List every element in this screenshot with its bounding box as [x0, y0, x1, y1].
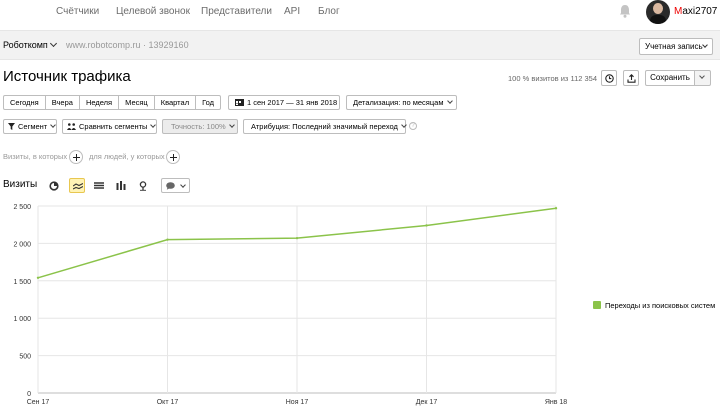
page-title: Источник трафика — [3, 68, 131, 85]
chevron-down-icon — [49, 39, 57, 48]
avatar[interactable] — [646, 0, 670, 24]
date-range-picker[interactable]: 1 сен 2017 — 31 янв 2018 — [228, 95, 340, 110]
data-point — [36, 276, 40, 280]
save-options-button[interactable] — [694, 70, 711, 86]
chevron-down-icon — [50, 122, 57, 128]
visits-condition-label: Визиты, в которых — [3, 152, 68, 161]
add-people-condition-button[interactable] — [166, 150, 180, 164]
y-tick-label: 1 500 — [13, 279, 31, 286]
pin-icon — [139, 181, 147, 191]
export-icon — [627, 74, 636, 83]
calendar-icon — [235, 99, 244, 107]
y-tick-label: 2 000 — [13, 241, 31, 248]
chevron-down-icon — [401, 122, 407, 128]
period-quarter[interactable]: Квартал — [153, 95, 197, 110]
data-point — [295, 236, 299, 240]
counter-bar: Роботкомп www.robotcomp.ru · 13929160 Уч… — [0, 30, 720, 60]
comments-button[interactable] — [161, 178, 190, 193]
counter-site: www.robotcomp.ru · 13929160 — [66, 40, 189, 50]
chevron-down-icon — [702, 42, 708, 48]
add-visit-condition-button[interactable] — [69, 150, 83, 164]
x-tick-label: Окт 17 — [157, 399, 179, 406]
detail-dropdown[interactable]: Детализация: по месяцам — [346, 95, 457, 110]
attribution-dropdown[interactable]: Атрибуция: Последний значимый переход — [243, 119, 407, 134]
area-stack-icon — [94, 182, 104, 189]
counter-selector[interactable]: Роботкомп — [3, 39, 57, 50]
chart-type-line[interactable] — [69, 178, 85, 193]
pie-icon — [49, 181, 59, 191]
nav-target-call[interactable]: Целевой звонок — [116, 6, 190, 17]
history-button[interactable] — [601, 70, 617, 86]
period-today[interactable]: Сегодня — [3, 95, 46, 110]
period-yesterday[interactable]: Вчера — [44, 95, 80, 110]
line-chart-icon — [73, 183, 83, 190]
chart-title: Визиты — [3, 179, 38, 190]
top-navigation: Счётчики Целевой звонок Представители AP… — [0, 0, 720, 29]
x-tick-label: Дек 17 — [416, 399, 438, 406]
legend-checkbox[interactable] — [593, 301, 601, 310]
nav-counters[interactable]: Счётчики — [56, 6, 99, 17]
save-button[interactable]: Сохранить — [645, 70, 695, 86]
nav-blog[interactable]: Блог — [318, 6, 340, 17]
legend-label: Переходы из поисковых систем — [605, 301, 716, 310]
filter-icon — [8, 122, 15, 130]
comment-icon — [166, 182, 175, 190]
account-button[interactable]: Учетная запись — [639, 38, 713, 55]
x-tick-label: Сен 17 — [27, 399, 50, 406]
x-tick-label: Янв 18 — [545, 399, 567, 406]
people-condition-label: для людей, у которых — [89, 152, 165, 161]
chart-legend[interactable]: Переходы из поисковых систем — [593, 301, 715, 310]
data-point — [166, 238, 169, 241]
chevron-down-icon — [150, 122, 157, 128]
nav-api[interactable]: API — [284, 6, 300, 17]
chart-type-map[interactable] — [135, 178, 151, 193]
export-button[interactable] — [623, 70, 639, 86]
y-tick-label: 2 500 — [13, 204, 31, 211]
bar-chart-icon — [116, 181, 126, 190]
x-tick-label: Ноя 17 — [286, 399, 309, 406]
nav-representatives[interactable]: Представители — [201, 6, 272, 17]
help-icon[interactable]: ? — [409, 122, 417, 130]
chart-type-pie[interactable] — [46, 178, 62, 193]
y-tick-label: 0 — [27, 391, 31, 398]
username[interactable]: Maxi2707 — [674, 6, 717, 17]
chart-type-area[interactable] — [91, 178, 107, 193]
chevron-down-icon — [228, 122, 235, 128]
chart-type-bar[interactable] — [113, 178, 129, 193]
compare-icon — [67, 122, 76, 130]
chevron-down-icon — [699, 73, 705, 79]
y-tick-label: 1 000 — [13, 316, 31, 323]
clock-icon — [605, 74, 614, 83]
period-year[interactable]: Год — [195, 95, 222, 110]
period-week[interactable]: Неделя — [78, 95, 120, 110]
period-selector: Сегодня Вчера Неделя Месяц Квартал Год — [3, 95, 222, 110]
y-tick-label: 500 — [19, 354, 31, 361]
accuracy-dropdown[interactable]: Точность: 100% — [162, 119, 238, 134]
chevron-down-icon — [180, 182, 186, 188]
compare-segments-dropdown[interactable]: Сравнить сегменты — [62, 119, 157, 134]
period-month[interactable]: Месяц — [118, 95, 155, 110]
data-point — [425, 224, 428, 227]
visits-percentage: 100 % визитов из 112 354 — [508, 74, 598, 83]
segment-dropdown[interactable]: Сегмент — [3, 119, 57, 134]
chevron-down-icon — [446, 98, 453, 104]
data-point — [554, 207, 558, 210]
bell-icon[interactable] — [619, 4, 631, 18]
